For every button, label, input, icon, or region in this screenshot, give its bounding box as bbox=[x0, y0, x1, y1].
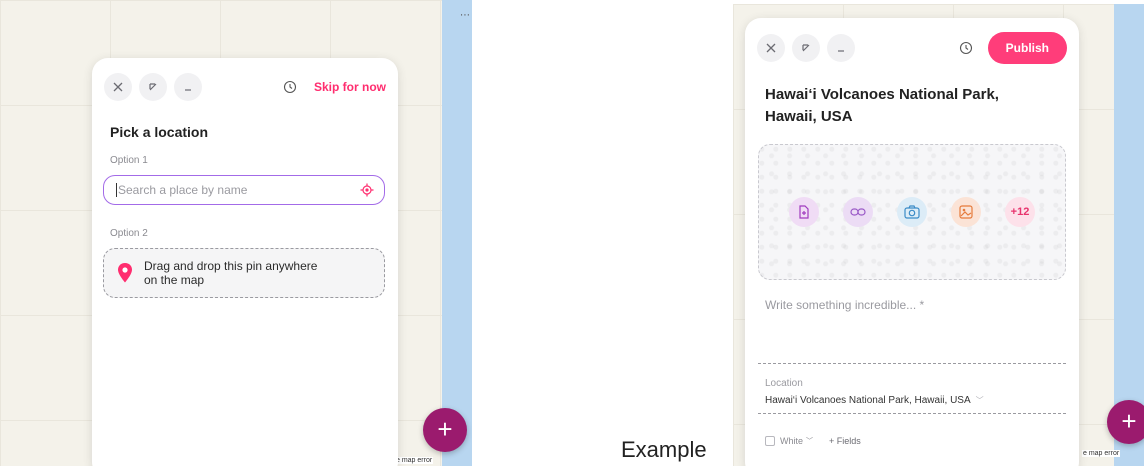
minimize-button[interactable] bbox=[827, 34, 855, 62]
map-error-text: e map error bbox=[395, 457, 434, 464]
drag-pin-zone[interactable]: Drag and drop this pin anywhere on the m… bbox=[103, 248, 385, 298]
example-caption: Example bbox=[621, 437, 707, 462]
add-fab-button[interactable]: + bbox=[423, 408, 467, 452]
place-title: Hawai‘i Volcanoes National Park, Hawaii,… bbox=[765, 86, 999, 125]
image-button[interactable] bbox=[951, 197, 981, 227]
comparison-stage: ⋯ e map error + Skip for now Pick a loca… bbox=[0, 0, 1144, 466]
location-select[interactable]: Hawai‘i Volcanoes National Park, Hawaii,… bbox=[765, 395, 984, 406]
more-media-button[interactable]: +12 bbox=[1005, 197, 1035, 227]
map-error-text: e map error bbox=[1082, 450, 1121, 457]
add-fab-button[interactable]: + bbox=[1107, 400, 1144, 444]
white-checkbox[interactable] bbox=[765, 436, 775, 446]
divider bbox=[758, 363, 1066, 364]
camera-button[interactable] bbox=[897, 197, 927, 227]
link-icon bbox=[850, 208, 866, 216]
white-label[interactable]: White bbox=[780, 436, 803, 446]
drag-pin-text: Drag and drop this pin anywhere on the m… bbox=[144, 259, 318, 287]
search-placeholder: Search a place by name bbox=[116, 183, 360, 197]
expand-button[interactable] bbox=[792, 34, 820, 62]
more-dots-icon[interactable]: ⋯ bbox=[460, 10, 470, 21]
file-upload-button[interactable] bbox=[789, 197, 819, 227]
minimize-button[interactable] bbox=[174, 73, 202, 101]
clock-icon[interactable] bbox=[956, 38, 976, 58]
chevron-down-icon[interactable]: ﹀ bbox=[806, 436, 813, 446]
search-input[interactable]: Search a place by name bbox=[103, 175, 385, 205]
publish-button[interactable]: Publish bbox=[987, 32, 1067, 64]
chevron-down-icon[interactable]: ﹀ bbox=[976, 395, 984, 406]
post-text-input[interactable]: Write something incredible... * bbox=[765, 298, 924, 312]
divider bbox=[758, 413, 1066, 414]
map-water bbox=[1114, 4, 1144, 466]
close-button[interactable] bbox=[757, 34, 785, 62]
create-post-card: Publish Hawai‘i Volcanoes National Park,… bbox=[745, 18, 1079, 466]
camera-icon bbox=[904, 205, 920, 219]
skip-for-now-button[interactable]: Skip for now bbox=[314, 80, 386, 94]
clock-icon[interactable] bbox=[280, 77, 300, 97]
close-button[interactable] bbox=[104, 73, 132, 101]
card-toolbar: Publish bbox=[757, 32, 1067, 64]
location-label: Location bbox=[765, 378, 803, 389]
pick-location-card: Skip for now Pick a location Option 1 Se… bbox=[92, 58, 398, 466]
left-screenshot: ⋯ e map error + Skip for now Pick a loca… bbox=[0, 0, 472, 466]
target-icon[interactable] bbox=[360, 183, 374, 197]
file-icon bbox=[799, 205, 809, 219]
expand-button[interactable] bbox=[139, 73, 167, 101]
expand-icon bbox=[802, 44, 810, 52]
map-water bbox=[442, 0, 472, 466]
minimize-icon bbox=[838, 50, 844, 52]
media-dropzone[interactable]: +12 bbox=[758, 144, 1066, 280]
post-options-row: White ﹀ + Fields bbox=[765, 436, 861, 446]
link-button[interactable] bbox=[843, 197, 873, 227]
option-1-label: Option 1 bbox=[110, 155, 148, 166]
right-screenshot: e map error + Publish Hawai‘i Volcanoes … bbox=[733, 4, 1144, 466]
close-icon bbox=[113, 82, 123, 92]
close-icon bbox=[766, 43, 776, 53]
pin-icon[interactable] bbox=[116, 262, 134, 284]
add-fields-button[interactable]: + Fields bbox=[829, 436, 861, 446]
option-2-label: Option 2 bbox=[110, 228, 148, 239]
image-icon bbox=[959, 205, 973, 219]
minimize-icon bbox=[185, 89, 191, 91]
pick-location-title: Pick a location bbox=[110, 124, 209, 140]
expand-icon bbox=[149, 83, 157, 91]
card-toolbar: Skip for now bbox=[104, 73, 386, 101]
